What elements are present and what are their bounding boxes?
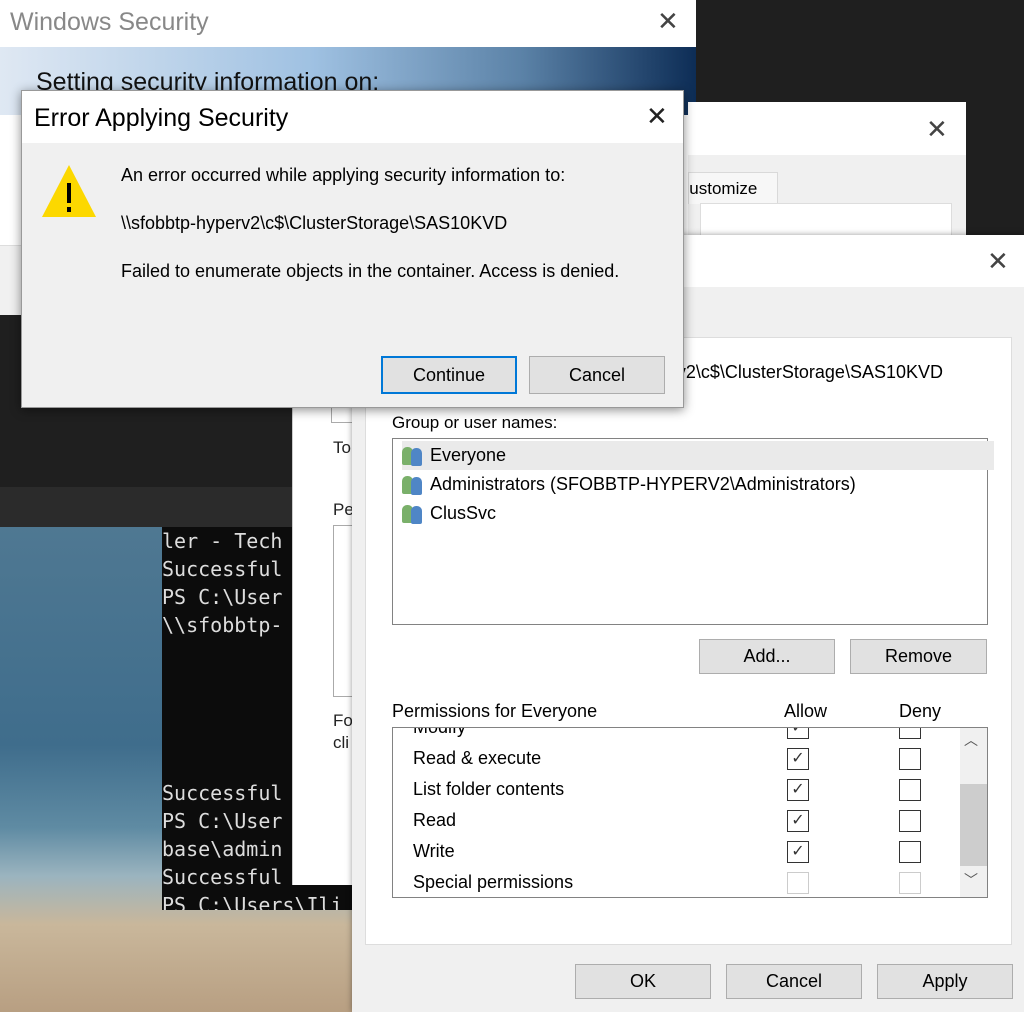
- user-list[interactable]: Everyone Administrators (SFOBBTP-HYPERV2\…: [392, 438, 994, 625]
- error-dialog: Error Applying Security ✕ An error occur…: [21, 90, 684, 408]
- chevron-up-icon[interactable]: ︿: [964, 730, 978, 750]
- user-list-item[interactable]: Administrators (SFOBBTP-HYPERV2\Administ…: [402, 470, 856, 499]
- label-fragment: To: [333, 438, 351, 457]
- add-button[interactable]: Add...: [699, 639, 835, 674]
- permission-name: Special permissions: [413, 872, 574, 892]
- permission-row: Special permissions: [413, 867, 973, 897]
- continue-button[interactable]: Continue: [381, 356, 517, 394]
- users-group-icon: [402, 475, 424, 495]
- user-list-item[interactable]: ClusSvc: [402, 499, 496, 528]
- dialog-title: Error Applying Security: [34, 104, 289, 132]
- permission-row: Modify ✓: [413, 727, 973, 743]
- permission-name: Read: [413, 810, 457, 830]
- user-name: Everyone: [430, 445, 507, 465]
- close-icon[interactable]: ✕: [657, 6, 679, 37]
- ok-button[interactable]: OK: [575, 964, 711, 999]
- deny-checkbox[interactable]: [899, 841, 921, 863]
- error-message: An error occurred while applying securit…: [121, 165, 566, 185]
- apply-button[interactable]: Apply: [877, 964, 1013, 999]
- tab-customize[interactable]: Customize: [688, 172, 778, 204]
- permissions-list[interactable]: Special permissions Write ✓ Read ✓ List folde…: [392, 727, 988, 898]
- group-label: Group or user names:: [392, 413, 558, 432]
- permission-row: Read & execute ✓: [413, 743, 973, 774]
- remove-button[interactable]: Remove: [850, 639, 987, 674]
- error-detail: Failed to enumerate objects in the conta…: [121, 261, 620, 281]
- cancel-button[interactable]: Cancel: [726, 964, 862, 999]
- deny-checkbox[interactable]: [899, 779, 921, 801]
- chevron-down-icon[interactable]: ﹀: [964, 870, 978, 890]
- terminal-line: PS C:\Users\Ili: [162, 893, 343, 910]
- allow-checkbox[interactable]: ✓: [787, 779, 809, 801]
- deny-checkbox[interactable]: [899, 728, 921, 739]
- checkmark-icon: ✓: [791, 843, 805, 860]
- cancel-button[interactable]: Cancel: [529, 356, 665, 394]
- title-bar: [688, 102, 966, 155]
- close-icon[interactable]: ✕: [987, 246, 1009, 277]
- permission-name: Read & execute: [413, 748, 542, 768]
- checkmark-icon: ✓: [791, 781, 805, 798]
- allow-checkbox[interactable]: ✓: [787, 810, 809, 832]
- warning-icon: [42, 165, 96, 217]
- permission-row: List folder contents ✓: [413, 774, 973, 805]
- deny-checkbox[interactable]: [899, 872, 921, 894]
- user-name: ClusSvc: [430, 503, 497, 523]
- tab-label: Customize: [689, 179, 758, 198]
- permissions-label: Permissions for Everyone: [392, 701, 598, 721]
- allow-header: Allow: [784, 701, 828, 721]
- allow-checkbox[interactable]: [787, 872, 809, 894]
- security-panel: \\sfobbtp-hyperv2\c$\ClusterStorage\SAS1…: [365, 337, 1012, 945]
- permission-name: Modify: [413, 727, 467, 737]
- allow-checkbox[interactable]: ✓: [787, 748, 809, 770]
- deny-checkbox[interactable]: [899, 748, 921, 770]
- permission-row: Read ✓: [413, 805, 973, 836]
- error-path: \\sfobbtp-hyperv2\c$\ClusterStorage\SAS1…: [121, 213, 508, 233]
- checkmark-icon: ✓: [791, 812, 805, 829]
- permission-name: List folder contents: [413, 779, 565, 799]
- deny-header: Deny: [899, 701, 942, 721]
- deny-checkbox[interactable]: [899, 810, 921, 832]
- close-icon[interactable]: ✕: [646, 101, 668, 132]
- label-fragment: Pe: [333, 500, 354, 519]
- close-icon[interactable]: ✕: [926, 114, 948, 145]
- permission-row: Write ✓: [413, 836, 973, 867]
- checkmark-icon: ✓: [791, 727, 805, 736]
- user-list-item[interactable]: Everyone: [402, 441, 994, 470]
- scrollbar[interactable]: ︿ ﹀: [960, 728, 987, 897]
- label-fragment: Fo: [333, 711, 353, 730]
- users-group-icon: [402, 446, 424, 466]
- label-fragment: cli: [333, 733, 350, 752]
- users-group-icon: [402, 504, 424, 524]
- permission-name: Write: [413, 841, 455, 861]
- allow-checkbox[interactable]: ✓: [787, 841, 809, 863]
- scrollbar-thumb[interactable]: [960, 784, 987, 866]
- window-title: Windows Security: [10, 8, 209, 36]
- allow-checkbox[interactable]: ✓: [787, 727, 809, 739]
- checkmark-icon: ✓: [791, 750, 805, 767]
- user-name: Administrators (SFOBBTP-HYPERV2\Administ…: [430, 474, 856, 494]
